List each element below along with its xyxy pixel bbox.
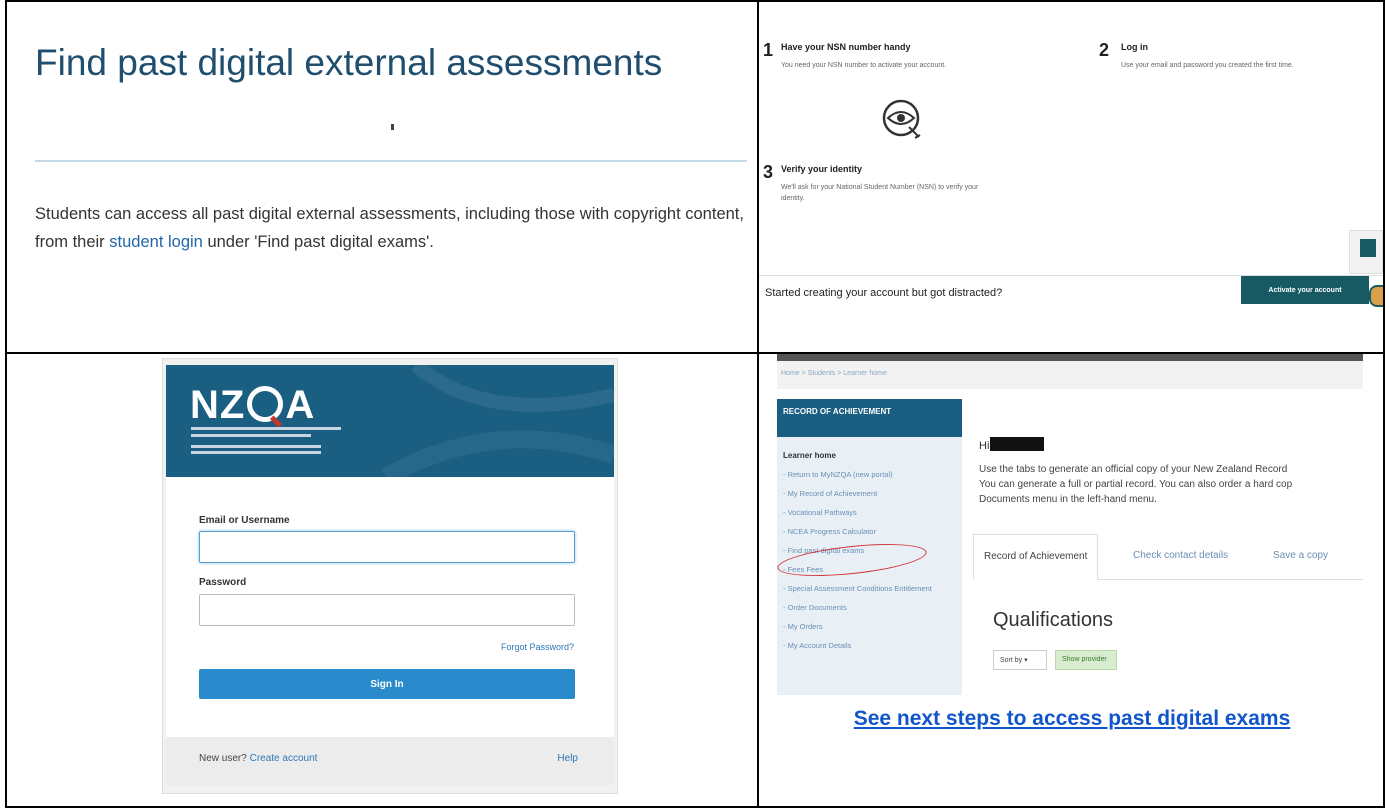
title-divider xyxy=(35,160,747,162)
nzqa-logo: NZ A xyxy=(190,383,315,428)
step-number: 2 xyxy=(1099,40,1110,60)
sidebar-header: RECORD OF ACHIEVEMENT xyxy=(777,399,962,437)
step-number: 3 xyxy=(763,162,774,182)
learner-home-screenshot: Home > Students > Learner home RECORD OF… xyxy=(775,354,1363,704)
sidebar-item-ncea-calculator[interactable]: - NCEA Progress Calculator xyxy=(783,526,959,537)
student-login-link[interactable]: student login xyxy=(109,233,203,251)
forgot-password-link[interactable]: Forgot Password? xyxy=(501,642,574,652)
step-description: We'll ask for your National Student Numb… xyxy=(781,184,979,202)
side-widget-icon xyxy=(1360,239,1376,257)
intro-line: Documents menu in the left-hand menu. xyxy=(979,494,1157,505)
password-label: Password xyxy=(199,577,247,588)
header-tagline-line xyxy=(191,434,311,437)
next-steps-link[interactable]: See next steps to access past digital ex… xyxy=(779,704,1365,734)
logo-text-left: NZ xyxy=(190,383,246,427)
email-label: Email or Username xyxy=(199,515,290,526)
tab-save-a-copy[interactable]: Save a copy xyxy=(1263,534,1338,580)
distracted-text: Started creating your account but got di… xyxy=(765,287,1003,299)
qualifications-heading: Qualifications xyxy=(993,609,1114,631)
login-footer: New user? Create account Help xyxy=(166,737,614,785)
sidebar-item-record-of-achievement[interactable]: - My Record of Achievement xyxy=(783,488,959,499)
sidebar-item-vocational-pathways[interactable]: - Vocational Pathways xyxy=(783,507,959,518)
activate-account-button[interactable]: Activate your account xyxy=(1241,276,1369,304)
login-card: NZ A Email or Username Password Forgot Pa… xyxy=(162,358,618,794)
login-form: Email or Username Password Forgot Passwo… xyxy=(166,477,614,737)
header-tagline-line xyxy=(191,427,341,430)
step-description: You need your NSN number to activate you… xyxy=(781,62,947,69)
image-grid: Find past digital external assessments S… xyxy=(5,0,1385,808)
sort-by-dropdown[interactable]: Sort by ▾ xyxy=(993,650,1047,670)
avatar xyxy=(1369,285,1383,307)
sidebar-item-account-details[interactable]: - My Account Details xyxy=(783,640,959,651)
intro-text: Use the tabs to generate an official cop… xyxy=(979,462,1369,507)
side-widget-tab[interactable] xyxy=(1349,230,1383,274)
panel-learner-home: Home > Students > Learner home RECORD OF… xyxy=(759,354,1383,808)
step-title: Log in xyxy=(1121,42,1148,52)
tab-bar: Record of Achievement Check contact deta… xyxy=(973,534,1363,580)
show-provider-button[interactable]: Show provider xyxy=(1055,650,1117,670)
new-user-text: New user? xyxy=(199,753,247,764)
logo-q-mark xyxy=(247,386,284,422)
sign-in-button[interactable]: Sign In xyxy=(199,669,575,699)
eye-icon xyxy=(882,99,921,139)
intro-text-after: under 'Find past digital exams'. xyxy=(202,233,434,251)
password-field[interactable] xyxy=(199,594,575,626)
intro-paragraph: Students can access all past digital ext… xyxy=(35,200,751,256)
tab-record-of-achievement[interactable]: Record of Achievement xyxy=(973,534,1099,580)
panel-activation-steps: 1 Have your NSN number handy You need yo… xyxy=(759,2,1383,352)
new-user-prompt: New user? Create account xyxy=(199,753,317,764)
help-link[interactable]: Help xyxy=(557,753,578,764)
sidebar-item-order-documents[interactable]: - Order Documents xyxy=(783,602,959,613)
sidebar-item-special-assessment[interactable]: - Special Assessment Conditions Entitlem… xyxy=(783,583,959,594)
greeting: Hi xyxy=(979,437,1045,452)
header-tagline-line xyxy=(191,445,321,448)
step-number: 1 xyxy=(763,40,774,60)
greeting-text: Hi xyxy=(979,440,990,452)
intro-line: You can generate a full or partial recor… xyxy=(979,479,1293,490)
step-description: Use your email and password you created … xyxy=(1121,62,1294,69)
email-field[interactable] xyxy=(199,531,575,563)
breadcrumb[interactable]: Home > Students > Learner home xyxy=(777,361,1363,389)
page-title: Find past digital external assessments xyxy=(35,42,663,83)
redacted-name xyxy=(990,437,1045,451)
sidebar-title: Learner home xyxy=(783,451,836,460)
header-tagline-line xyxy=(191,451,321,454)
sidebar-item-my-orders[interactable]: - My Orders xyxy=(783,621,959,632)
step-title: Verify your identity xyxy=(781,164,863,174)
stray-dot xyxy=(391,124,394,130)
intro-line: Use the tabs to generate an official cop… xyxy=(979,464,1288,475)
create-account-link[interactable]: Create account xyxy=(250,753,318,764)
panel-find-past-assessments: Find past digital external assessments S… xyxy=(7,2,757,352)
tab-check-contact-details[interactable]: Check contact details xyxy=(1123,534,1238,580)
step-title: Have your NSN number handy xyxy=(781,42,911,52)
login-header: NZ A xyxy=(166,365,614,477)
sidebar-item-return-mynzqa[interactable]: - Return to MyNZQA (new portal) xyxy=(783,469,959,480)
top-bar xyxy=(777,354,1363,361)
logo-text-right: A xyxy=(285,383,316,427)
panel-nzqa-login: NZ A Email or Username Password Forgot Pa… xyxy=(7,354,757,808)
